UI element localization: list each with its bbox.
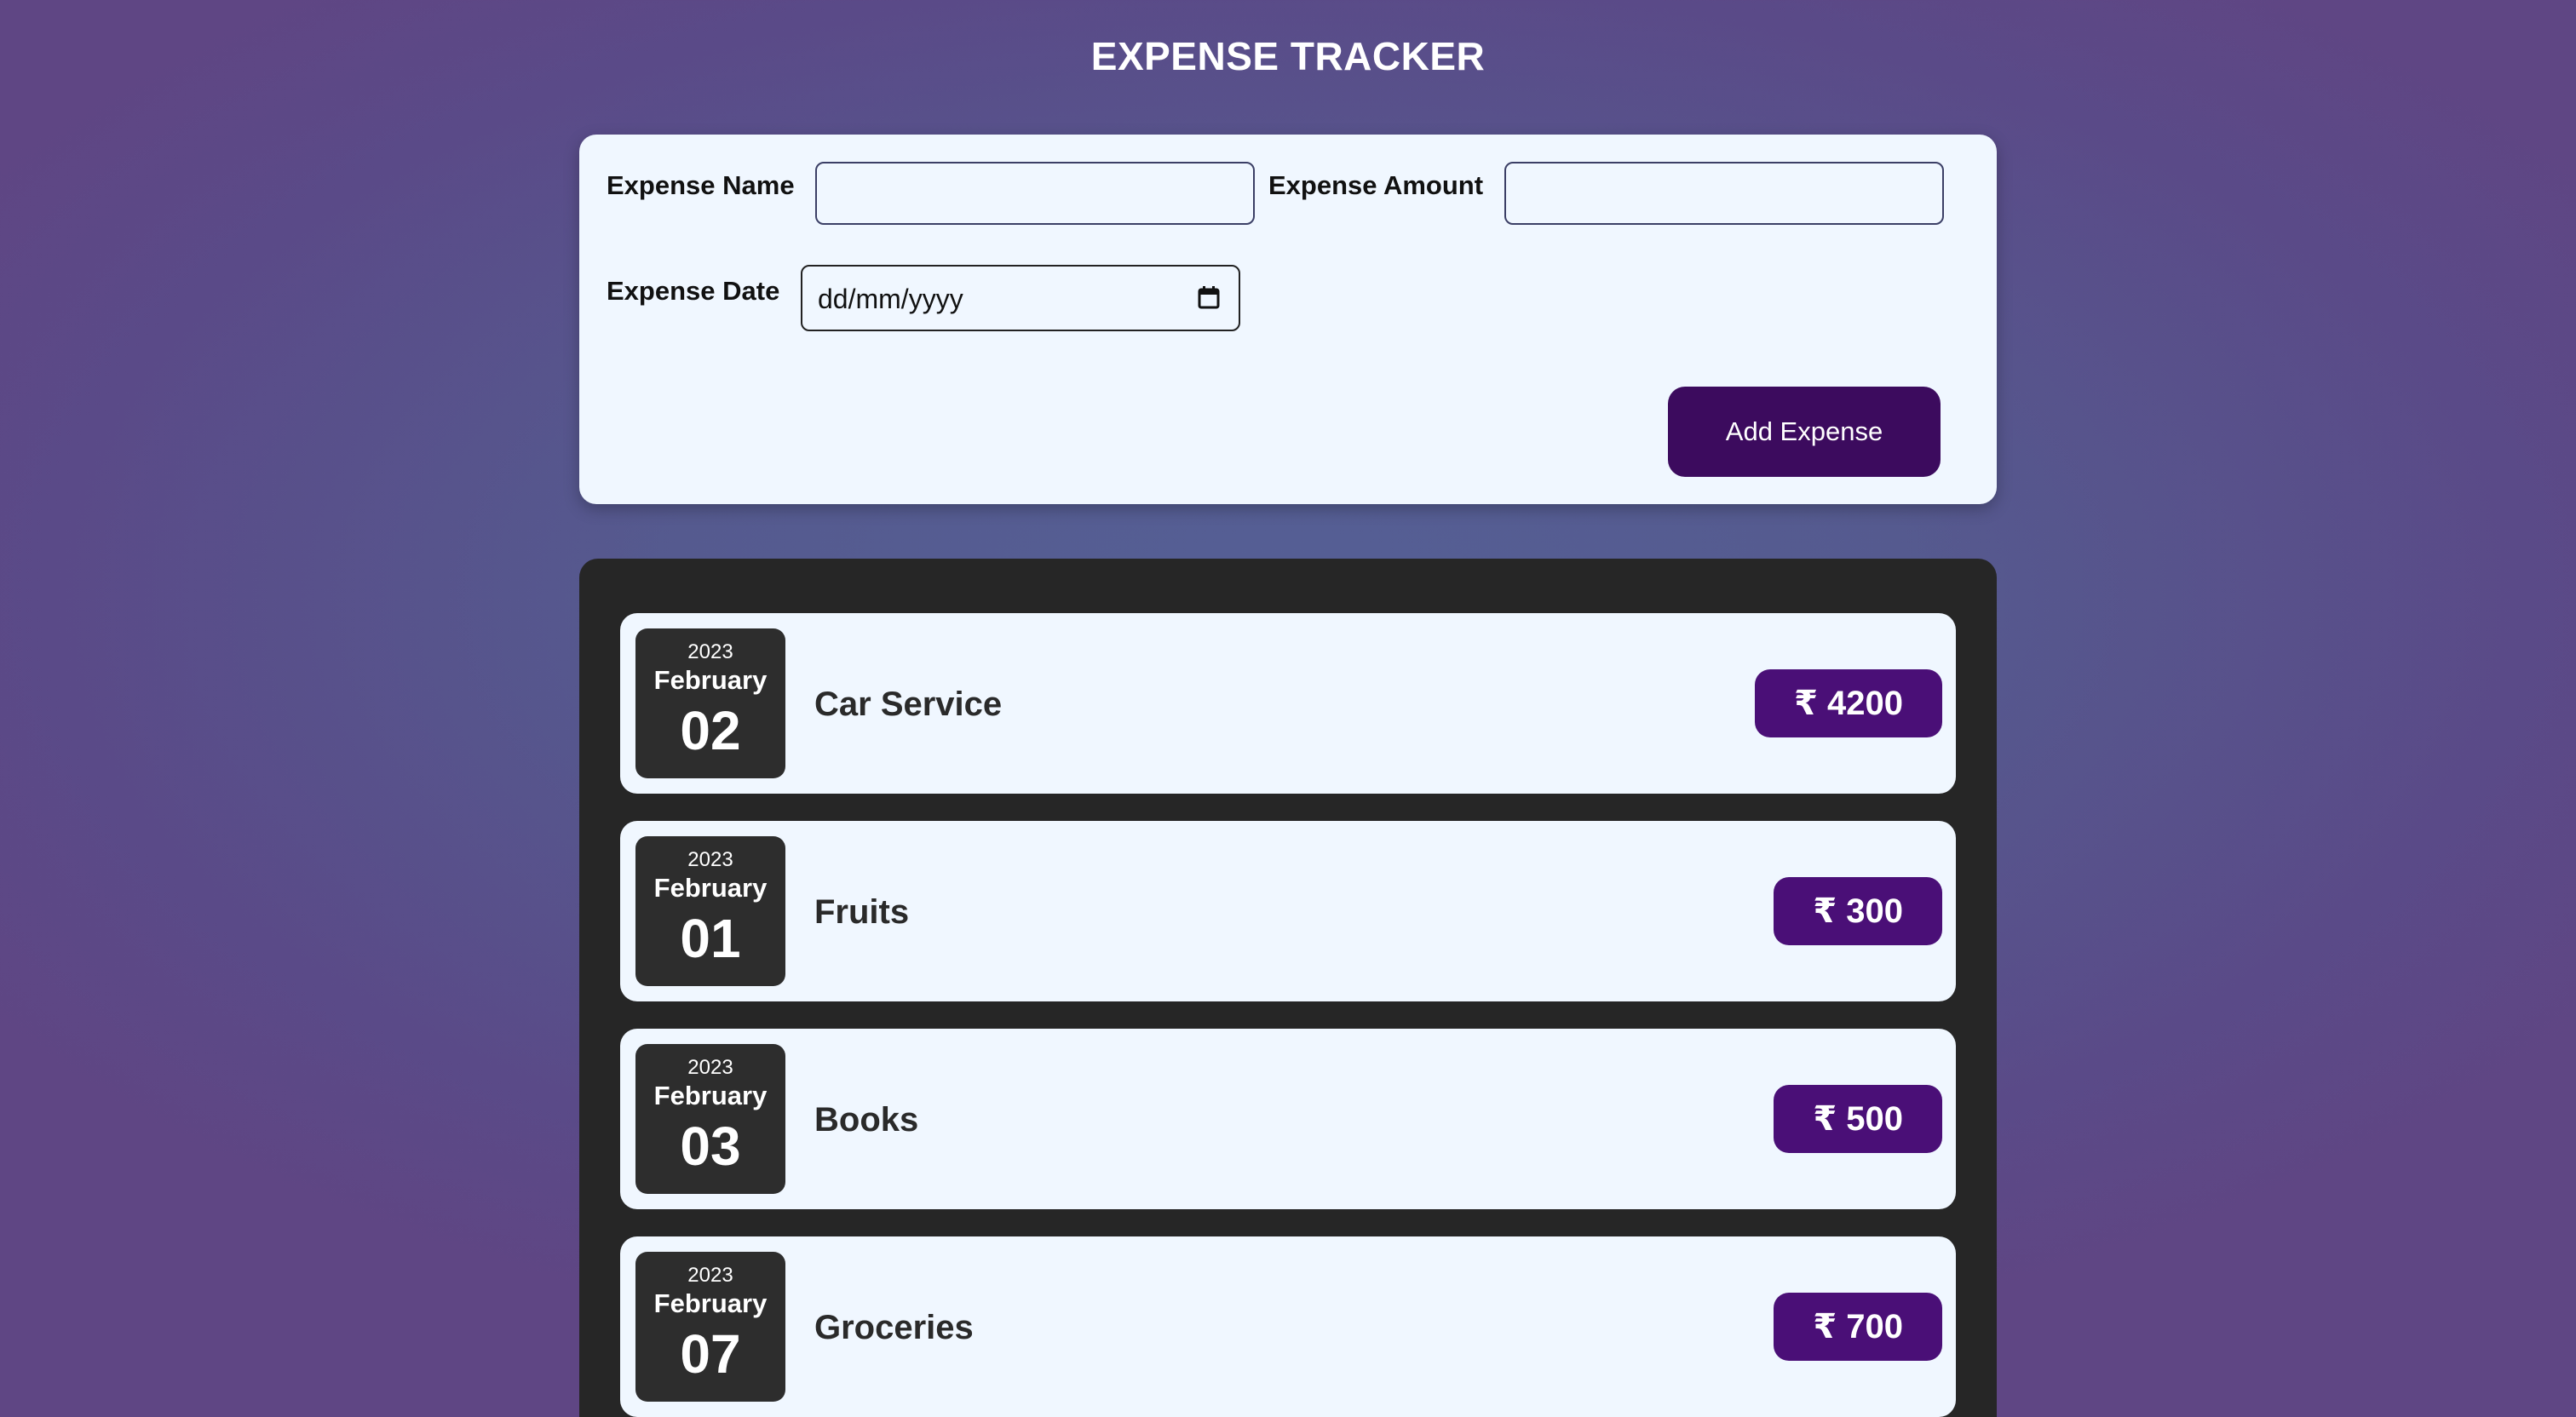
expense-year: 2023 — [687, 1264, 733, 1287]
expense-date-label: Expense Date — [607, 276, 780, 306]
calendar-icon[interactable] — [1198, 285, 1220, 309]
expense-date-tile: 2023 February 01 — [635, 836, 785, 986]
expense-date-tile: 2023 February 02 — [635, 628, 785, 778]
expense-date-tile: 2023 February 03 — [635, 1044, 785, 1194]
expense-year: 2023 — [687, 848, 733, 871]
add-expense-button[interactable]: Add Expense — [1668, 387, 1941, 477]
expense-name-label: Expense Name — [607, 170, 795, 200]
expense-title: Books — [814, 1101, 919, 1139]
expense-month: February — [653, 873, 768, 903]
expense-amount-badge: ₹ 300 — [1774, 877, 1942, 945]
expense-item[interactable]: 2023 February 07 Groceries ₹ 700 — [620, 1236, 1956, 1417]
expense-amount-label: Expense Amount — [1268, 170, 1484, 200]
expense-amount-badge: ₹ 700 — [1774, 1293, 1942, 1361]
page-title: EXPENSE TRACKER — [1090, 34, 1486, 78]
expense-day: 02 — [680, 700, 741, 761]
expense-amount-badge: ₹ 4200 — [1755, 669, 1942, 737]
expense-day: 03 — [680, 1116, 741, 1177]
expense-year: 2023 — [687, 1056, 733, 1079]
expense-date-tile: 2023 February 07 — [635, 1252, 785, 1402]
expense-month: February — [653, 1288, 768, 1318]
expense-amount-badge: ₹ 500 — [1774, 1085, 1942, 1153]
expense-day: 01 — [680, 908, 741, 969]
date-placeholder: dd/mm/yyyy — [818, 284, 963, 314]
expense-item[interactable]: 2023 February 03 Books ₹ 500 — [620, 1029, 1956, 1209]
expense-list: 2023 February 02 Car Service ₹ 4200 2023… — [579, 559, 1997, 1417]
expense-year: 2023 — [687, 640, 733, 663]
new-expense-form: Expense Name Expense Amount Expense Date… — [579, 135, 1997, 504]
expense-date-input[interactable]: dd/mm/yyyy — [801, 265, 1240, 331]
expense-name-input[interactable] — [815, 162, 1255, 225]
expense-title: Fruits — [814, 893, 910, 931]
expense-day: 07 — [680, 1323, 741, 1385]
expense-title: Car Service — [814, 686, 1003, 723]
expense-title: Groceries — [814, 1309, 974, 1346]
expense-item[interactable]: 2023 February 02 Car Service ₹ 4200 — [620, 613, 1956, 794]
expense-month: February — [653, 1081, 768, 1110]
expense-amount-input[interactable] — [1504, 162, 1944, 225]
expense-item[interactable]: 2023 February 01 Fruits ₹ 300 — [620, 821, 1956, 1001]
expense-month: February — [653, 665, 768, 695]
